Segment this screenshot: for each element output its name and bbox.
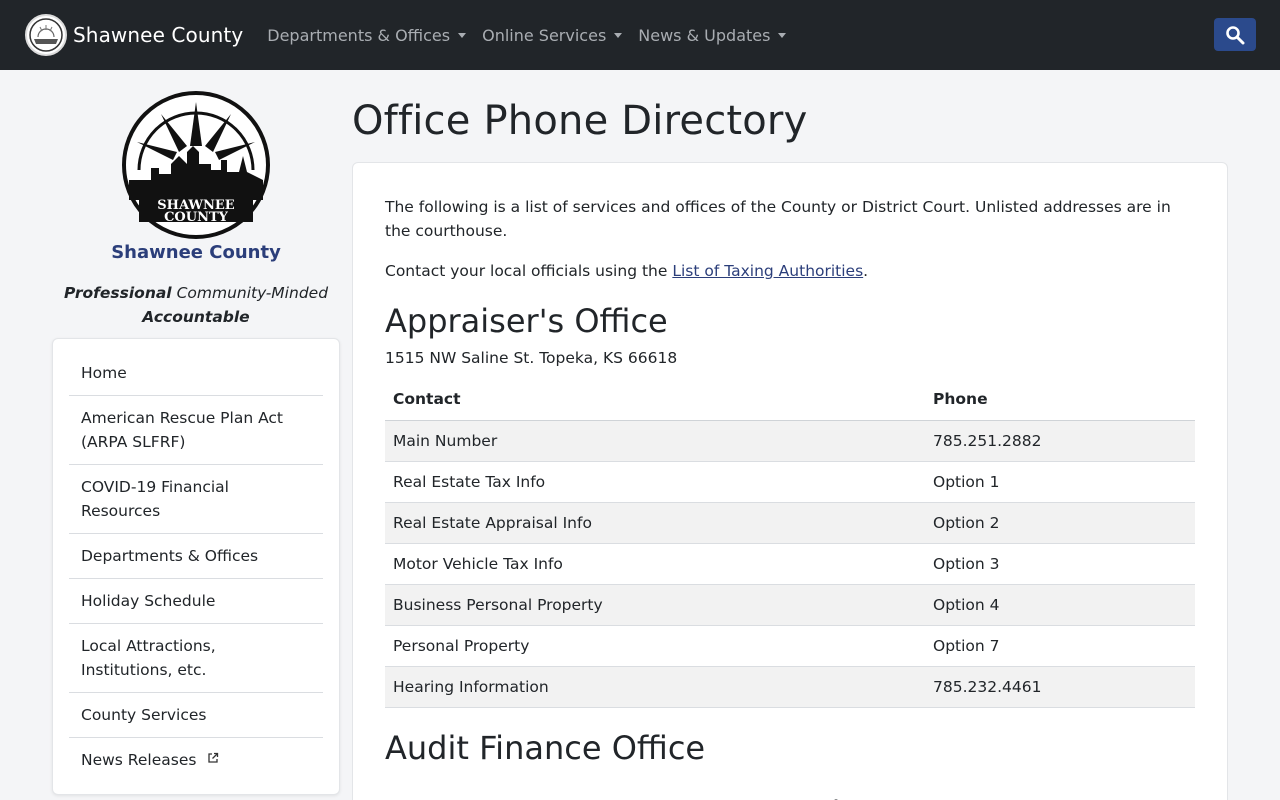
table-header-row: Contact Phone xyxy=(385,785,1195,800)
contact-cell: Real Estate Appraisal Info xyxy=(385,502,925,544)
contact-officials-prefix: Contact your local officials using the xyxy=(385,262,673,280)
table-row: Hearing Information 785.232.4461 xyxy=(385,666,1195,708)
section-title-audit-finance: Audit Finance Office xyxy=(385,728,706,767)
external-link-icon xyxy=(208,752,219,763)
sidebar-item-holiday[interactable]: Holiday Schedule xyxy=(69,579,323,624)
motto-community-minded: Community-Minded xyxy=(176,284,329,302)
sidebar-item-arpa[interactable]: American Rescue Plan Act (ARPA SLFRF) xyxy=(69,396,323,465)
contact-officials-paragraph: Contact your local officials using the L… xyxy=(385,259,1195,283)
taxing-authorities-link[interactable]: List of Taxing Authorities xyxy=(672,262,863,280)
column-header-contact: Contact xyxy=(385,379,925,421)
contact-cell: Personal Property xyxy=(385,625,925,667)
seal-text-line2: COUNTY xyxy=(164,210,229,225)
table-row: Business Personal Property Option 4 xyxy=(385,584,1195,626)
nav-online-services-dropdown[interactable]: Online Services xyxy=(482,25,623,45)
motto-accountable: Accountable xyxy=(142,308,250,326)
contact-cell: Business Personal Property xyxy=(385,584,925,626)
column-header-contact: Contact xyxy=(385,785,814,800)
audit-finance-phone-table: Contact Phone xyxy=(385,785,1195,800)
phone-cell: Option 1 xyxy=(925,461,1195,503)
column-header-phone: Phone xyxy=(925,379,1195,421)
phone-cell: Option 4 xyxy=(925,584,1195,626)
county-seal: SHAWNEE COUNTY xyxy=(52,90,340,240)
nav-online-services-label: Online Services xyxy=(482,25,607,45)
contact-officials-suffix: . xyxy=(863,262,869,280)
phone-cell: Option 3 xyxy=(925,543,1195,585)
contact-cell: Real Estate Tax Info xyxy=(385,461,925,503)
brand-link[interactable]: Shawnee County xyxy=(25,14,243,56)
nav-departments-label: Departments & Offices xyxy=(267,25,451,45)
county-seal-logo-icon xyxy=(25,14,67,56)
sidebar-county-name: Shawnee County xyxy=(111,242,281,263)
chevron-down-icon xyxy=(778,32,787,38)
phone-cell: 785.232.4461 xyxy=(925,666,1195,708)
contact-cell: Motor Vehicle Tax Info xyxy=(385,543,925,585)
brand-title: Shawnee County xyxy=(73,23,244,47)
sidebar-item-covid[interactable]: COVID-19 Financial Resources xyxy=(69,465,323,534)
sidebar-item-attractions[interactable]: Local Attractions, Institutions, etc. xyxy=(69,624,323,693)
phone-cell: 785.251.2882 xyxy=(925,420,1195,462)
appraiser-phone-table: Contact Phone Main Number 785.251.2882 R… xyxy=(385,379,1195,708)
sidebar-nav: Home American Rescue Plan Act (ARPA SLFR… xyxy=(52,338,340,795)
search-button[interactable] xyxy=(1214,18,1256,51)
nav-news-label: News & Updates xyxy=(638,25,771,45)
search-icon xyxy=(1226,25,1245,44)
phone-cell: Option 2 xyxy=(925,502,1195,544)
table-row: Real Estate Tax Info Option 1 xyxy=(385,461,1195,503)
contact-cell: Hearing Information xyxy=(385,666,925,708)
table-row: Real Estate Appraisal Info Option 2 xyxy=(385,502,1195,544)
sidebar-item-news-releases-label: News Releases xyxy=(81,751,197,769)
nav-news-dropdown[interactable]: News & Updates xyxy=(638,25,787,45)
sidebar-item-news-releases[interactable]: News Releases xyxy=(69,738,323,782)
sidebar-item-county-services[interactable]: County Services xyxy=(69,693,323,738)
phone-cell: Option 7 xyxy=(925,625,1195,667)
table-header-row: Contact Phone xyxy=(385,379,1195,421)
table-row: Personal Property Option 7 xyxy=(385,625,1195,667)
sidebar-item-home[interactable]: Home xyxy=(69,351,323,396)
table-row: Main Number 785.251.2882 xyxy=(385,420,1195,462)
main-content-card: The following is a list of services and … xyxy=(352,162,1228,800)
motto-professional: Professional xyxy=(63,284,172,302)
chevron-down-icon xyxy=(614,32,623,38)
contact-cell: Main Number xyxy=(385,420,925,462)
county-seal-icon: SHAWNEE COUNTY xyxy=(122,91,270,239)
intro-paragraph: The following is a list of services and … xyxy=(385,198,1171,240)
section-title-appraiser: Appraiser's Office xyxy=(385,302,668,340)
column-header-phone: Phone xyxy=(814,785,1195,800)
table-row: Motor Vehicle Tax Info Option 3 xyxy=(385,543,1195,585)
nav-departments-dropdown[interactable]: Departments & Offices xyxy=(267,25,467,45)
county-motto: Professional Community-Minded Accountabl… xyxy=(52,281,340,329)
top-navbar: Shawnee County Departments & Offices Onl… xyxy=(0,0,1280,70)
sidebar: SHAWNEE COUNTY Shawnee County Profession… xyxy=(52,90,340,795)
section-address-appraiser: 1515 NW Saline St. Topeka, KS 66618 xyxy=(385,349,678,367)
page-title: Office Phone Directory xyxy=(352,98,808,144)
chevron-down-icon xyxy=(458,32,467,38)
sidebar-item-departments[interactable]: Departments & Offices xyxy=(69,534,323,579)
